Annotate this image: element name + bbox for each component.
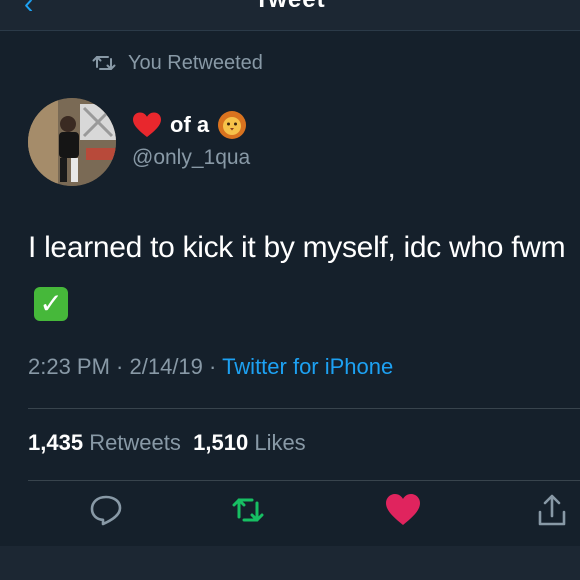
- retweet-small-icon: [92, 56, 116, 70]
- share-icon: [538, 494, 566, 526]
- tweet-body: I learned to kick it by myself, idc who …: [28, 222, 568, 326]
- check-mark-button-emoji: ✓: [34, 287, 68, 321]
- retweets-label: Retweets: [89, 430, 181, 455]
- avatar[interactable]: [28, 98, 116, 186]
- divider: [28, 408, 580, 409]
- tweet-actions: [0, 490, 580, 540]
- retweet-label: You Retweeted: [128, 51, 263, 74]
- meta-separator: ·: [202, 354, 223, 379]
- like-button[interactable]: [383, 490, 423, 530]
- meta-separator: ·: [109, 354, 130, 379]
- retweets-stat[interactable]: 1,435 Retweets: [28, 430, 181, 455]
- divider: [28, 480, 580, 481]
- likes-label: Likes: [254, 430, 306, 455]
- tweet-meta: 2:23 PM · 2/14/19 · Twitter for iPhone: [28, 354, 393, 380]
- reply-icon: [90, 495, 122, 526]
- likes-count: 1,510: [193, 430, 249, 455]
- retweets-count: 1,435: [28, 430, 84, 455]
- tweet-time: 2:23 PM: [28, 354, 110, 379]
- bottom-bar: [0, 546, 580, 580]
- tweet-date: 2/14/19: [129, 354, 203, 379]
- display-name-text: of a: [170, 112, 210, 137]
- retweet-button[interactable]: [228, 490, 268, 530]
- navigation-bar: ‹ Tweet: [0, 0, 580, 31]
- page-title: Tweet: [0, 0, 580, 14]
- retweet-icon: [232, 498, 264, 522]
- retweet-context: You Retweeted: [92, 50, 263, 76]
- share-button[interactable]: [532, 490, 572, 530]
- display-name[interactable]: of a: [132, 108, 247, 142]
- tweet-text: I learned to kick it by myself, idc who …: [28, 231, 566, 264]
- reply-button[interactable]: [86, 490, 126, 530]
- tweet-stats: 1,435 Retweets 1,510 Likes: [28, 430, 306, 456]
- tweet-source-link[interactable]: Twitter for iPhone: [222, 354, 393, 379]
- heart-icon: [386, 494, 420, 525]
- likes-stat[interactable]: 1,510 Likes: [193, 430, 306, 455]
- lion-face-emoji: [218, 111, 247, 139]
- red-heart-emoji: [133, 112, 161, 137]
- user-handle[interactable]: @only_1qua: [132, 146, 250, 170]
